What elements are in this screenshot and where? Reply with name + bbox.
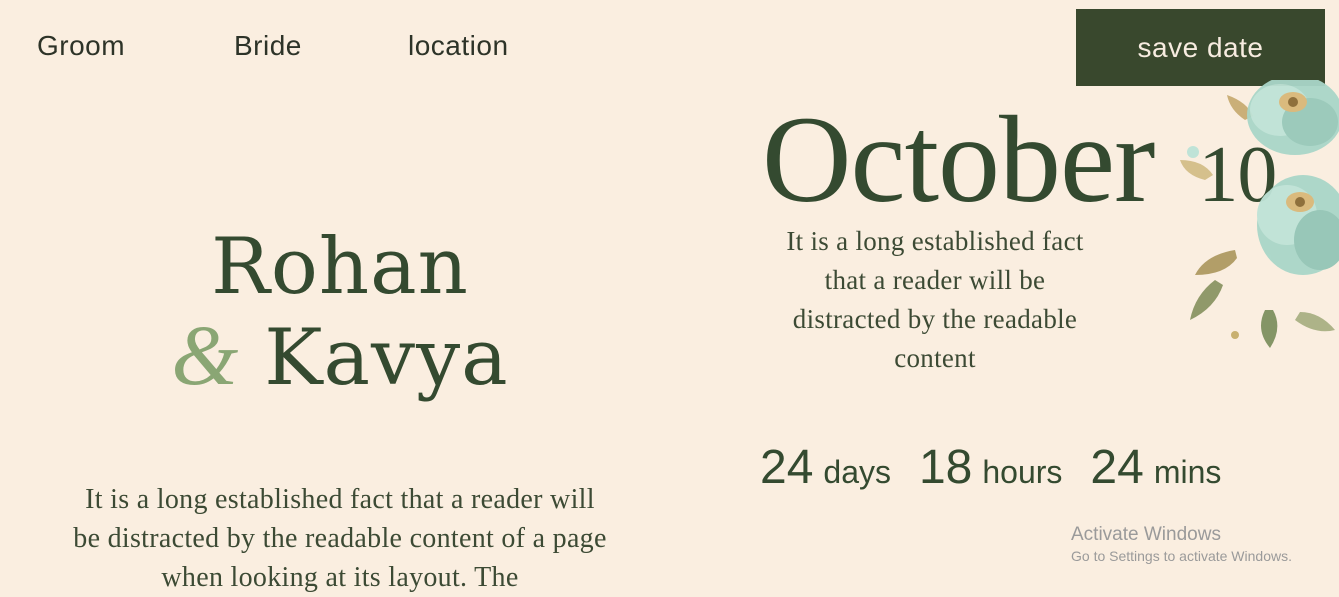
hours-value: 18 <box>918 441 973 494</box>
ampersand: & <box>171 307 239 403</box>
mins-label: mins <box>1153 454 1222 490</box>
nav-groom-link[interactable]: Groom <box>37 30 234 62</box>
couple-names: Rohan & Kavya <box>150 228 530 398</box>
top-nav: Groom Bride location <box>37 30 509 62</box>
bride-name: Kavya <box>264 313 509 403</box>
countdown-hours: 18 hours <box>919 440 1062 495</box>
date-month: October <box>762 91 1155 228</box>
groom-name: Rohan <box>211 222 469 312</box>
days-label: days <box>823 454 891 490</box>
intro-paragraph: It is a long established fact that a rea… <box>73 484 607 593</box>
nav-location-link[interactable]: location <box>408 30 509 62</box>
watermark-subtitle: Go to Settings to activate Windows. <box>1071 548 1292 564</box>
nav-bride-link[interactable]: Bride <box>234 30 408 62</box>
days-value: 24 <box>760 441 814 494</box>
names-line-2: & Kavya <box>150 312 530 398</box>
windows-activation-watermark: Activate Windows Go to Settings to activ… <box>1071 524 1292 564</box>
floral-bouquet-icon <box>1180 80 1339 348</box>
mins-value: 24 <box>1090 441 1144 494</box>
save-date-button[interactable]: save date <box>1076 9 1325 86</box>
countdown-timer: 24 days 18 hours 24 mins <box>760 440 1249 495</box>
countdown-days: 24 days <box>760 440 891 495</box>
date-paragraph: It is a long established fact that a rea… <box>786 226 1084 373</box>
watermark-title: Activate Windows <box>1071 524 1221 545</box>
countdown-mins: 24 mins <box>1090 440 1221 495</box>
hours-label: hours <box>982 454 1063 490</box>
